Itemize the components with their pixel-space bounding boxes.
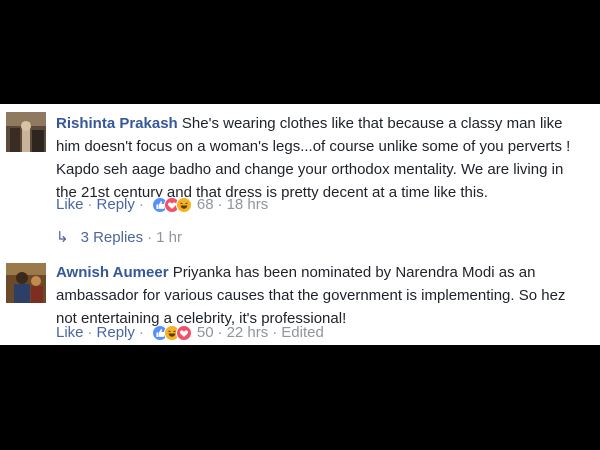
separator: · (138, 324, 144, 341)
replies-time: 1 hr (156, 228, 182, 246)
comment-author[interactable]: Awnish Aumeer (56, 264, 169, 281)
reaction-count[interactable]: 50 (197, 324, 214, 341)
comment-time[interactable]: 18 hrs (227, 196, 269, 213)
like-button[interactable]: Like (56, 324, 84, 341)
reply-button[interactable]: Reply (97, 196, 135, 213)
avatar[interactable] (6, 112, 46, 152)
avatar[interactable] (6, 263, 46, 303)
view-replies-link[interactable]: ↳ 3 Replies · 1 hr (56, 228, 182, 247)
comment-author[interactable]: Rishinta Prakash (56, 115, 178, 132)
reactions[interactable] (151, 196, 192, 213)
comment-time[interactable]: 22 hrs (227, 324, 269, 341)
comment-actions: Like · Reply · 50 · 22 hrs · Edited (56, 324, 324, 341)
separator: · (87, 196, 93, 213)
reply-button[interactable]: Reply (97, 324, 135, 341)
haha-reaction-icon (175, 196, 192, 213)
separator: · (147, 228, 153, 246)
replies-count[interactable]: 3 Replies (81, 229, 144, 246)
separator: · (217, 196, 223, 213)
reaction-count[interactable]: 68 (197, 196, 214, 213)
comments-panel: Rishinta Prakash She's wearing clothes l… (0, 104, 600, 345)
love-reaction-icon (175, 324, 192, 341)
edited-label[interactable]: Edited (281, 324, 324, 341)
reactions[interactable] (151, 324, 192, 341)
comment-body: Awnish Aumeer Priyanka has been nominate… (56, 261, 586, 330)
separator: · (217, 324, 223, 341)
comment-body: Rishinta Prakash She's wearing clothes l… (56, 112, 586, 204)
separator: · (272, 324, 278, 341)
separator: · (138, 196, 144, 213)
separator: · (87, 324, 93, 341)
reply-arrow-icon: ↳ (56, 229, 69, 246)
like-button[interactable]: Like (56, 196, 84, 213)
comment-actions: Like · Reply · 68 · 18 hrs (56, 196, 268, 213)
